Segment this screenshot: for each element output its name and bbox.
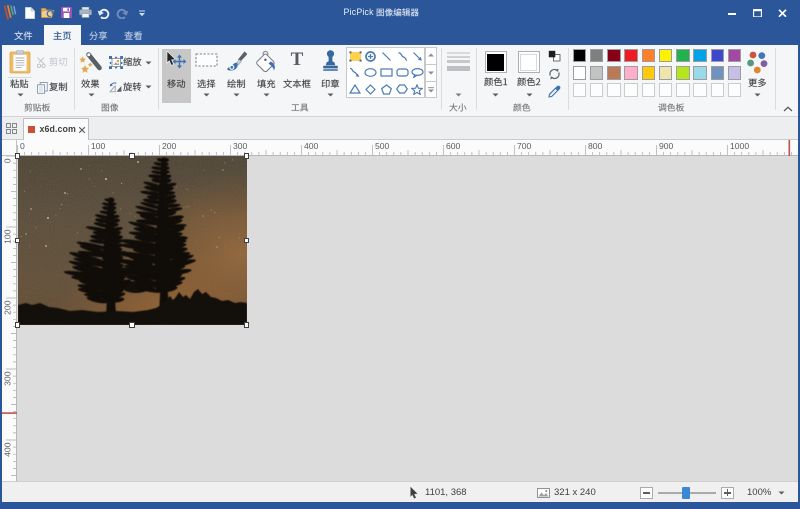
svg-text:200: 200 bbox=[162, 141, 177, 151]
svg-text:700: 700 bbox=[517, 141, 532, 151]
svg-text:500: 500 bbox=[375, 141, 390, 151]
svg-text:0: 0 bbox=[3, 158, 13, 163]
svg-text:400: 400 bbox=[304, 141, 319, 151]
svg-text:300: 300 bbox=[233, 141, 248, 151]
svg-text:600: 600 bbox=[446, 141, 461, 151]
svg-text:0: 0 bbox=[20, 141, 25, 151]
svg-text:900: 900 bbox=[659, 141, 674, 151]
svg-text:100: 100 bbox=[3, 229, 13, 244]
svg-text:300: 300 bbox=[3, 371, 13, 386]
svg-text:1000: 1000 bbox=[730, 141, 749, 151]
svg-text:800: 800 bbox=[588, 141, 603, 151]
svg-text:200: 200 bbox=[3, 300, 13, 315]
svg-text:100: 100 bbox=[91, 141, 106, 151]
svg-text:400: 400 bbox=[3, 442, 13, 457]
